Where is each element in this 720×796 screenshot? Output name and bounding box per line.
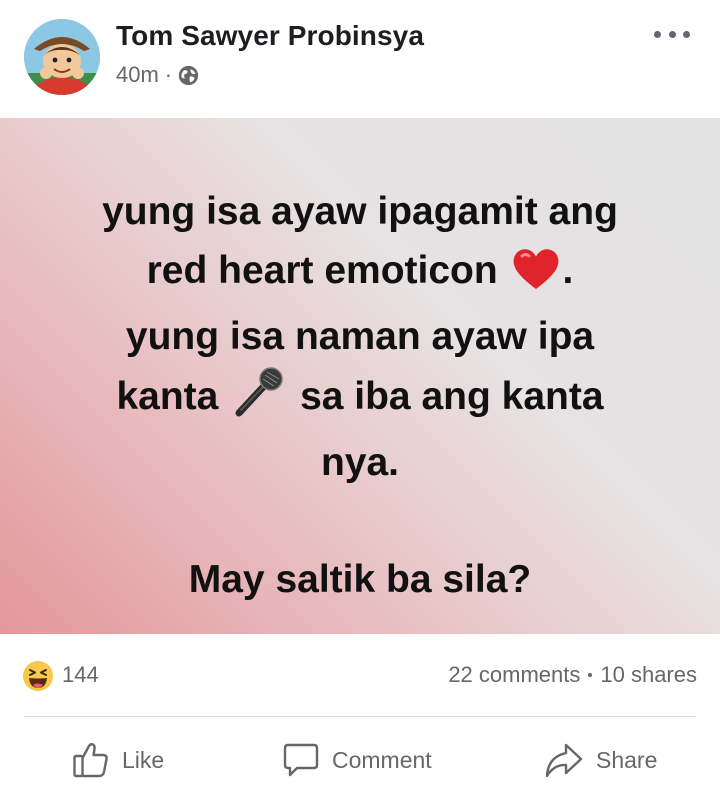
more-options-icon[interactable]	[654, 27, 690, 41]
like-label: Like	[122, 746, 165, 773]
post-line-4-text-b: sa iba ang kanta	[300, 374, 604, 418]
microphone-emoji	[231, 366, 287, 435]
post-line-2-text: red heart emoticon	[146, 248, 498, 292]
comment-bubble-icon	[282, 741, 320, 779]
like-button[interactable]: Like	[72, 736, 164, 784]
share-button[interactable]: Share	[544, 736, 657, 784]
post-line-3: yung isa naman ayaw ipa	[125, 315, 595, 358]
comment-label: Comment	[332, 746, 432, 773]
post-meta: 40m ·	[116, 60, 199, 90]
post-author-name[interactable]: Tom Sawyer Probinsya	[116, 20, 424, 52]
post-line-4-text-a: kanta	[116, 374, 219, 418]
post-line-2-period: .	[562, 248, 574, 292]
haha-reaction-icon[interactable]	[22, 660, 54, 692]
comments-count[interactable]: 22 comments	[448, 662, 580, 688]
avatar[interactable]	[24, 19, 100, 95]
actions-divider	[24, 716, 696, 717]
stats-separator	[588, 673, 593, 677]
share-label: Share	[596, 746, 658, 773]
reaction-count[interactable]: 144	[62, 662, 99, 688]
post-actions: Like Comment Share	[0, 736, 720, 784]
engagement-summary: 22 comments 10 shares	[448, 662, 697, 688]
thumbs-up-icon	[72, 741, 110, 779]
shares-count[interactable]: 10 shares	[600, 662, 697, 688]
comment-button[interactable]: Comment	[282, 736, 432, 784]
post-line-4: kanta sa iba ang kanta	[0, 366, 720, 435]
post-line-5: nya.	[320, 441, 400, 484]
post-text: yung isa ayaw ipagamit ang red heart emo…	[0, 183, 720, 609]
red-heart-emoji	[511, 247, 561, 309]
post-line-6: May saltik ba sila?	[188, 557, 532, 601]
post-line-1: yung isa ayaw ipagamit ang	[102, 190, 618, 233]
meta-separator: ·	[164, 62, 173, 87]
post-line-2: red heart emoticon .	[0, 242, 720, 309]
post-header: Tom Sawyer Probinsya 40m ·	[0, 0, 720, 118]
share-arrow-icon	[544, 741, 584, 779]
post-stats: 144 22 comments 10 shares	[0, 654, 720, 698]
globe-icon	[178, 65, 199, 86]
post-line-gap	[0, 493, 720, 551]
post-time[interactable]: 40m	[116, 62, 159, 88]
